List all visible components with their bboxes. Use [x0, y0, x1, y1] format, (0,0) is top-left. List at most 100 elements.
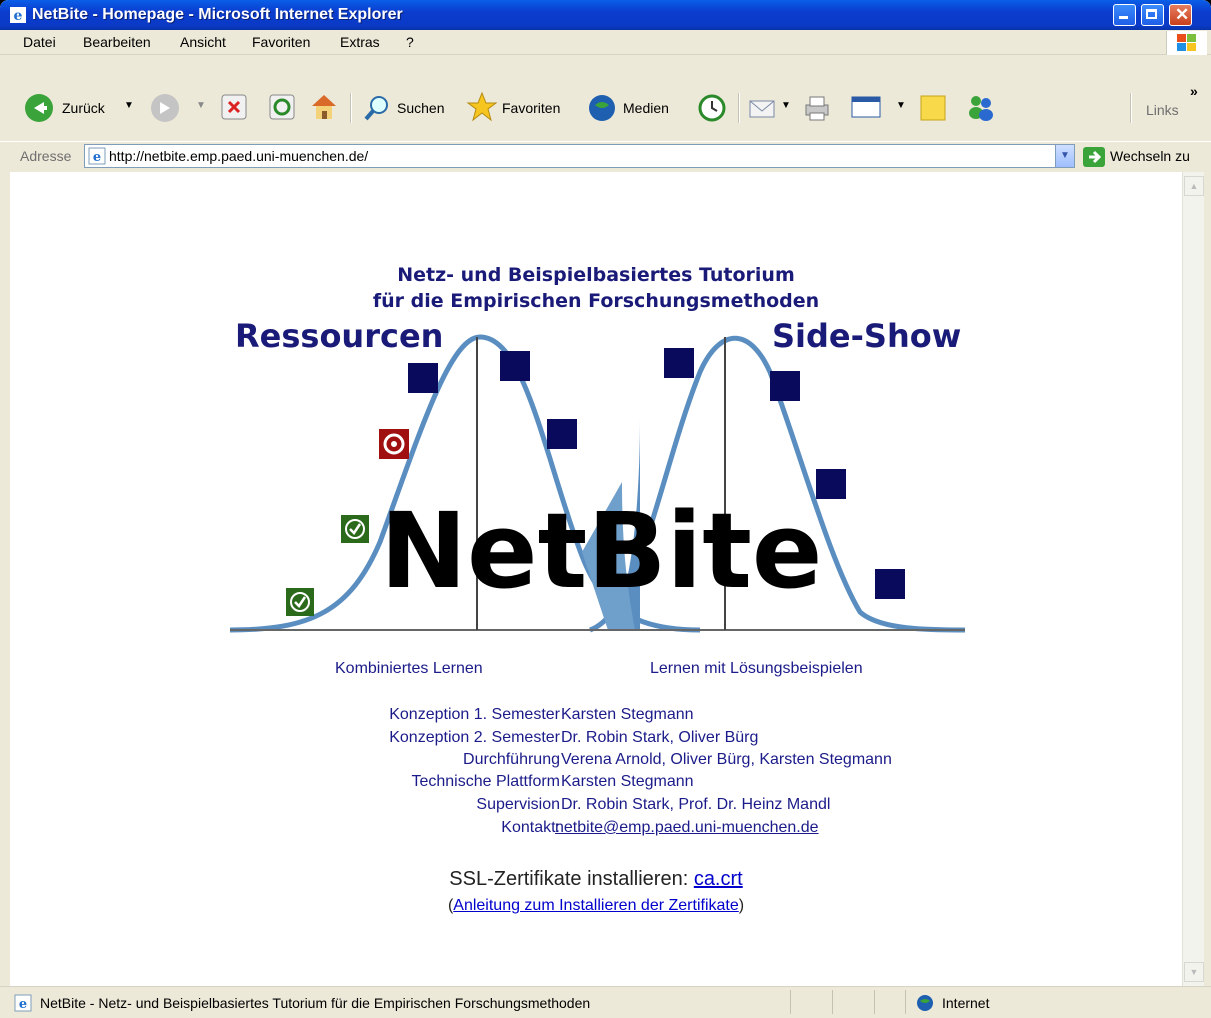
- credit-label: Durchführung: [463, 751, 560, 768]
- credit-label: Konzeption 2. Semester: [389, 729, 560, 746]
- back-arrow-icon[interactable]: [24, 93, 54, 123]
- media-button-label[interactable]: Medien: [623, 100, 669, 116]
- mail-dropdown-icon[interactable]: ▼: [781, 100, 791, 111]
- page-heading-line2: für die Empirischen Forschungsmethoden: [372, 290, 820, 312]
- credit-label: Kontakt:: [501, 819, 560, 836]
- logo-square: [816, 469, 846, 499]
- page-ie-icon: e: [88, 147, 106, 165]
- logo-square: [664, 348, 694, 378]
- refresh-icon[interactable]: [268, 93, 296, 121]
- favorites-star-icon[interactable]: [466, 91, 498, 123]
- logo-square: [500, 351, 530, 381]
- search-button-label[interactable]: Suchen: [397, 100, 444, 116]
- back-dropdown-icon[interactable]: ▼: [124, 100, 134, 111]
- logo-sideshow: Side-Show: [772, 317, 961, 355]
- zone-label: Internet: [942, 995, 990, 1011]
- target-icon: [379, 429, 409, 459]
- contact-email-link[interactable]: netbite@emp.paed.uni-muenchen.de: [555, 819, 819, 837]
- edit-dropdown-icon[interactable]: ▼: [896, 100, 906, 111]
- link-kombiniertes-lernen[interactable]: Kombiniertes Lernen: [335, 660, 483, 678]
- link-loesungsbeispiele[interactable]: Lernen mit Lösungsbeispielen: [650, 660, 863, 678]
- address-dropdown-icon[interactable]: ▼: [1055, 145, 1074, 167]
- status-divider: [874, 990, 875, 1014]
- menu-datei[interactable]: Datei: [23, 34, 56, 50]
- messenger-icon[interactable]: [964, 91, 998, 123]
- toolbar-separator: [738, 93, 740, 123]
- address-label: Adresse: [20, 148, 72, 164]
- title-bar[interactable]: e NetBite - Homepage - Microsoft Interne…: [0, 0, 1211, 30]
- page-status-icon: e: [14, 994, 32, 1012]
- ssl-text: SSL-Zertifikate installieren:: [449, 868, 694, 890]
- page-content: Netz- und Beispielbasiertes Tutorium für…: [10, 172, 1182, 986]
- forward-dropdown-icon[interactable]: ▼: [196, 100, 206, 111]
- home-icon[interactable]: [308, 91, 340, 121]
- links-label[interactable]: Links: [1146, 102, 1179, 118]
- scroll-up-icon[interactable]: ▲: [1184, 176, 1204, 196]
- minimize-button[interactable]: [1113, 4, 1136, 26]
- logo-square: [408, 363, 438, 393]
- status-divider: [905, 990, 906, 1014]
- chevron-more-icon[interactable]: »: [1190, 83, 1198, 99]
- menu-ansicht[interactable]: Ansicht: [180, 34, 226, 50]
- maximize-button[interactable]: [1141, 4, 1164, 26]
- page-heading-line1: Netz- und Beispielbasiertes Tutorium: [397, 264, 795, 286]
- menu-extras[interactable]: Extras: [340, 34, 380, 50]
- logo-square: [547, 419, 577, 449]
- logo-ressourcen: Ressourcen: [235, 317, 443, 355]
- status-text: NetBite - Netz- und Beispielbasiertes Tu…: [40, 995, 591, 1011]
- credit-label: Technische Plattform: [411, 773, 560, 790]
- window-title: NetBite - Homepage - Microsoft Internet …: [32, 6, 403, 23]
- standard-toolbar: Zurück ▼ ▼ Suchen Favoriten Medien ▼ ▼ L…: [0, 55, 1211, 141]
- checkmark-icon: [341, 515, 369, 543]
- back-button-label[interactable]: Zurück: [62, 100, 105, 116]
- scroll-down-icon[interactable]: ▼: [1184, 962, 1204, 982]
- menu-bearbeiten[interactable]: Bearbeiten: [83, 34, 151, 50]
- svg-text:e: e: [14, 8, 23, 23]
- menu-help[interactable]: ?: [406, 34, 414, 50]
- svg-text:e: e: [93, 150, 101, 165]
- toolbar-separator: [350, 93, 352, 123]
- netbite-logo: Ressourcen Side-Show NetBite: [230, 317, 966, 633]
- edit-icon[interactable]: [850, 93, 882, 121]
- credit-label: Supervision: [476, 796, 560, 813]
- go-button-label[interactable]: Wechseln zu: [1110, 148, 1190, 164]
- address-bar: Adresse e http://netbite.emp.paed.uni-mu…: [0, 141, 1211, 172]
- ie-icon: e: [10, 7, 26, 23]
- mail-icon[interactable]: [748, 93, 778, 121]
- windows-logo-icon: [1166, 31, 1207, 55]
- ca-crt-link[interactable]: ca.crt: [694, 868, 743, 890]
- menu-bar: Datei Bearbeiten Ansicht Favoriten Extra…: [0, 30, 1211, 55]
- browser-window: e NetBite - Homepage - Microsoft Interne…: [0, 0, 1211, 1018]
- print-icon[interactable]: [802, 93, 832, 123]
- ssl-line: SSL-Zertifikate installieren: ca.crt: [10, 868, 1182, 891]
- forward-arrow-icon[interactable]: [150, 93, 180, 123]
- logo-square: [875, 569, 905, 599]
- vertical-scrollbar[interactable]: ▲ ▼: [1182, 172, 1204, 986]
- credit-value: Verena Arnold, Oliver Bürg, Karsten Steg…: [561, 751, 892, 768]
- credit-value: Dr. Robin Stark, Oliver Bürg: [561, 729, 759, 746]
- favorites-button-label[interactable]: Favoriten: [502, 100, 560, 116]
- credit-value: Dr. Robin Stark, Prof. Dr. Heinz Mandl: [561, 796, 831, 813]
- close-button[interactable]: ✕: [1169, 4, 1192, 26]
- credit-label: Konzeption 1. Semester: [389, 706, 560, 723]
- go-arrow-icon[interactable]: [1082, 146, 1106, 168]
- media-icon[interactable]: [587, 93, 617, 123]
- status-bar: e NetBite - Netz- und Beispielbasiertes …: [0, 986, 1211, 1018]
- credit-value: Karsten Stegmann: [561, 773, 694, 790]
- address-url[interactable]: http://netbite.emp.paed.uni-muenchen.de/: [109, 148, 368, 164]
- notes-icon[interactable]: [918, 93, 948, 123]
- guide-link[interactable]: Anleitung zum Installieren der Zertifika…: [453, 897, 738, 914]
- search-icon[interactable]: [362, 93, 392, 123]
- logo-netbite: NetBite: [380, 490, 822, 612]
- svg-text:e: e: [19, 997, 27, 1012]
- history-icon[interactable]: [697, 93, 727, 123]
- logo-square: [770, 371, 800, 401]
- status-divider: [832, 990, 833, 1014]
- status-divider: [790, 990, 791, 1014]
- paren-close: ): [738, 897, 745, 914]
- checkmark-icon: [286, 588, 314, 616]
- menu-favoriten[interactable]: Favoriten: [252, 34, 310, 50]
- credit-value: Karsten Stegmann: [561, 706, 694, 723]
- address-input[interactable]: e http://netbite.emp.paed.uni-muenchen.d…: [84, 144, 1075, 168]
- stop-icon[interactable]: [220, 93, 248, 121]
